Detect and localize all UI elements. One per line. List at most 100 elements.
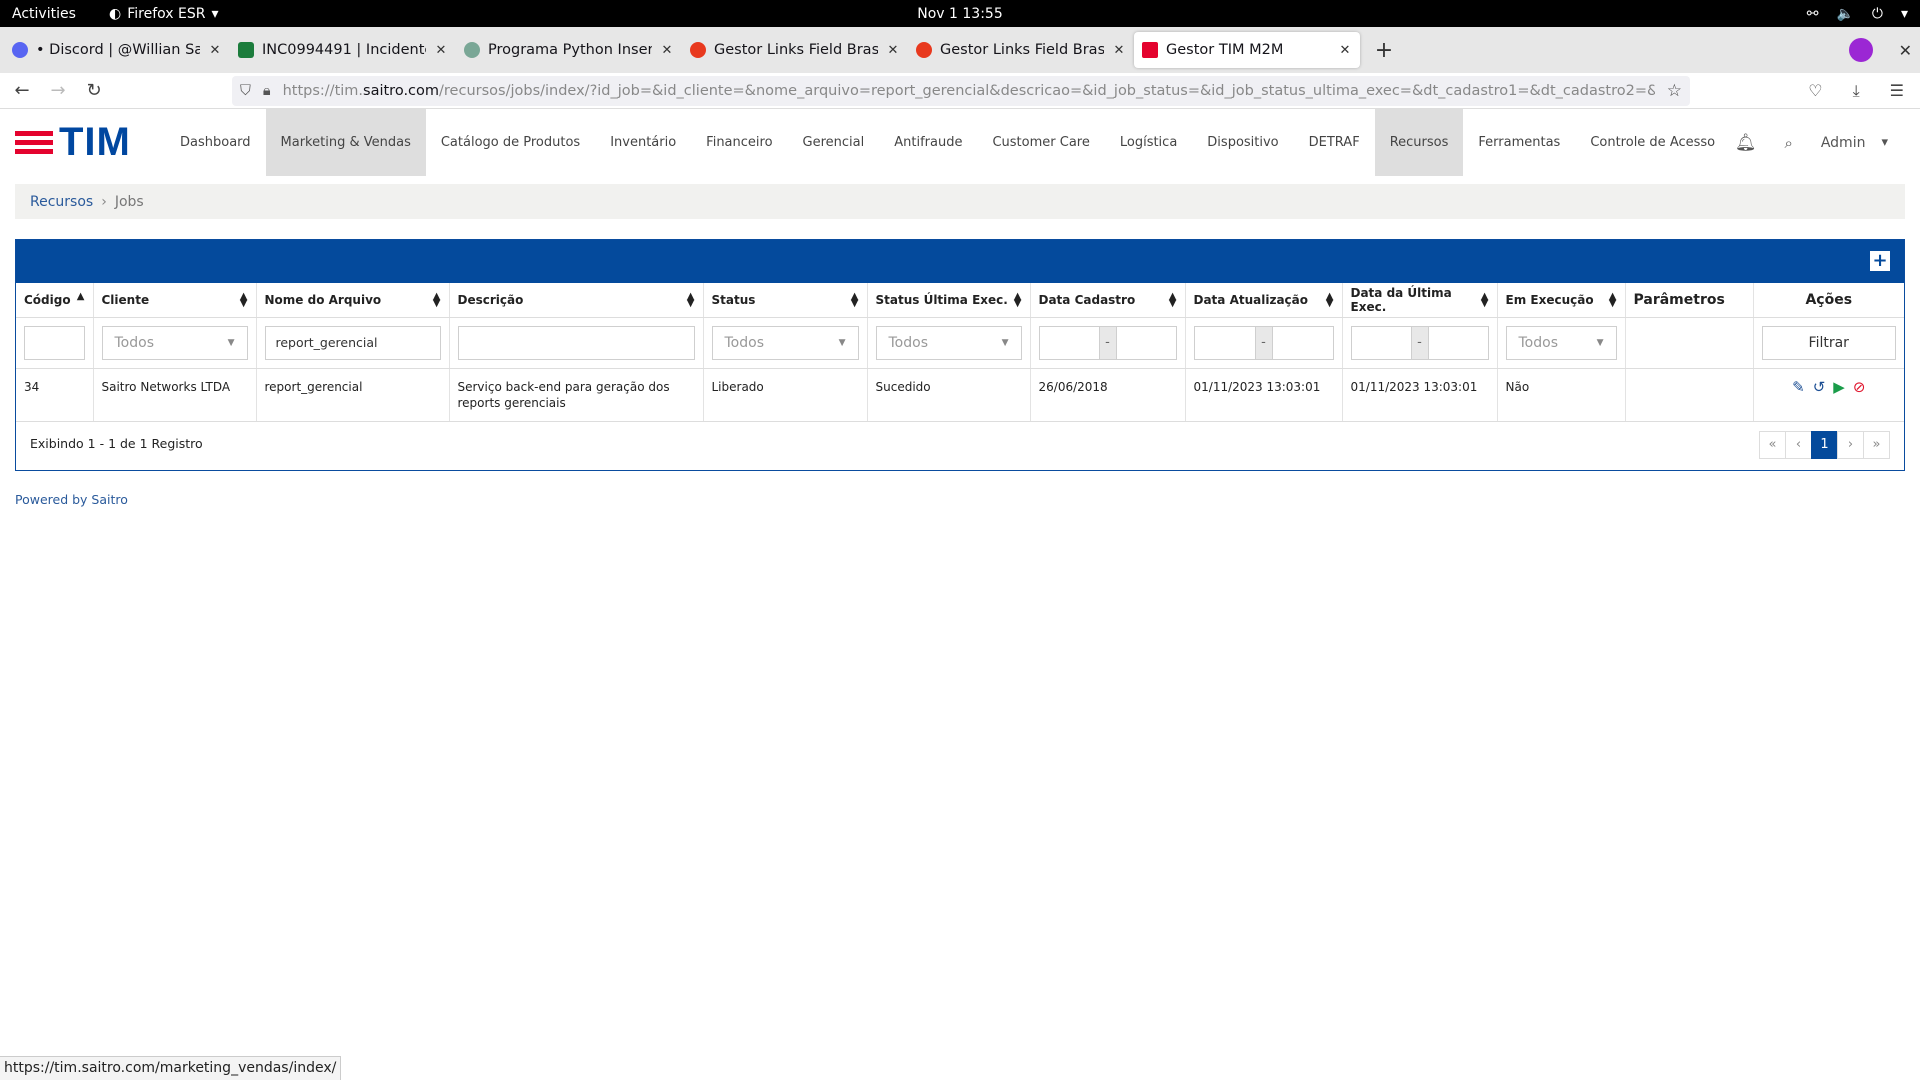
history-icon[interactable]: ↺: [1813, 379, 1826, 395]
close-tab-icon[interactable]: ✕: [1112, 43, 1126, 58]
date-from-input[interactable]: [1038, 325, 1100, 360]
main-menu: Dashboard Marketing & Vendas Catálogo de…: [165, 109, 1730, 176]
sort-icon: ▲ ▼: [686, 291, 695, 309]
new-tab-icon[interactable]: +: [1372, 38, 1396, 63]
ban-icon[interactable]: ⊘: [1853, 379, 1866, 395]
sort-icon: ▲ ▼: [1608, 291, 1617, 309]
power-icon: ⏻: [1871, 5, 1883, 22]
close-tab-icon[interactable]: ✕: [434, 43, 448, 58]
col-data-ultima-exec[interactable]: Data da Última Exec. ▲ ▼: [1342, 283, 1498, 318]
shield-icon[interactable]: ⛉: [240, 83, 251, 99]
col-em-execucao[interactable]: Em Execução ▲ ▼: [1497, 283, 1626, 318]
col-label: Nome do Arquivo: [264, 292, 382, 307]
url-bar[interactable]: ⛉ 🔒︎ https://tim.saitro.com/recursos/job…: [232, 75, 1690, 106]
tab-python[interactable]: Programa Python Insere Dad ✕: [456, 32, 682, 68]
date-to-input[interactable]: [1427, 325, 1489, 360]
clock[interactable]: Nov 1 13:55: [0, 6, 1920, 22]
date-to-input[interactable]: [1115, 325, 1177, 360]
col-status-ultima[interactable]: Status Última Exec. ▲ ▼: [867, 283, 1031, 318]
tim-logo[interactable]: TIM: [0, 109, 165, 176]
col-status[interactable]: Status ▲ ▼: [703, 283, 868, 318]
tab-gestor-links-1[interactable]: Gestor Links Field Brasil ✕: [682, 32, 908, 68]
pager-prev-button[interactable]: ‹: [1785, 430, 1812, 459]
records-summary: Exibindo 1 - 1 de 1 Registro: [30, 435, 203, 451]
filter-codigo-input[interactable]: [24, 325, 85, 360]
close-tab-icon[interactable]: ✕: [886, 43, 900, 58]
cell-codigo: 34: [16, 368, 94, 422]
col-data-atualizacao[interactable]: Data Atualização ▲ ▼: [1185, 283, 1343, 318]
col-nome-arquivo[interactable]: Nome do Arquivo ▲ ▼: [256, 283, 450, 318]
app-menu[interactable]: ◐ Firefox ESR ▾: [95, 6, 219, 22]
add-job-button[interactable]: +: [1870, 251, 1890, 271]
date-from-input[interactable]: [1193, 325, 1256, 360]
pocket-icon[interactable]: ♡: [1808, 81, 1822, 101]
menu-dashboard[interactable]: Dashboard: [165, 109, 266, 176]
sort-asc-icon: ▲: [76, 291, 85, 302]
menu-antifraude[interactable]: Antifraude: [879, 109, 977, 176]
menu-marketing-vendas[interactable]: Marketing & Vendas: [265, 109, 426, 176]
app-name: Firefox ESR: [127, 5, 206, 22]
download-icon[interactable]: ⤓: [1853, 81, 1860, 101]
date-to-input[interactable]: [1271, 325, 1334, 360]
forward-arrow-icon[interactable]: →: [40, 80, 76, 101]
filter-cliente-select[interactable]: Todos ▼: [101, 325, 248, 360]
col-data-cadastro[interactable]: Data Cadastro ▲ ▼: [1030, 283, 1186, 318]
pager-next-button[interactable]: ›: [1837, 430, 1864, 459]
hamburger-menu-icon[interactable]: ☰: [1890, 81, 1904, 101]
col-label: Status Última Exec.: [875, 292, 1008, 307]
filter-status-select[interactable]: Todos ▼: [711, 325, 859, 360]
play-icon[interactable]: ▶: [1833, 379, 1845, 395]
user-menu[interactable]: Admin ▾: [1821, 135, 1888, 151]
search-icon[interactable]: ⌕: [1784, 134, 1792, 152]
volume-icon: 🔈: [1836, 5, 1854, 22]
pager-last-button[interactable]: »: [1863, 430, 1890, 459]
tab-incident[interactable]: INC0994491 | Incidente | Se ✕: [230, 32, 456, 68]
menu-recursos[interactable]: Recursos: [1374, 109, 1464, 176]
pager-first-button[interactable]: «: [1759, 430, 1786, 459]
menu-detraf[interactable]: DETRAF: [1294, 109, 1375, 176]
breadcrumb-recursos[interactable]: Recursos: [30, 194, 93, 210]
edit-pencil-icon[interactable]: ✎: [1792, 379, 1805, 395]
filter-descricao-input[interactable]: [457, 325, 695, 360]
cell-status: Liberado: [703, 368, 868, 422]
col-descricao[interactable]: Descrição ▲ ▼: [449, 283, 704, 318]
system-tray[interactable]: ⚯ 🔈 ⏻ ▾: [1807, 6, 1908, 22]
filter-em-execucao-select[interactable]: Todos ▼: [1505, 325, 1617, 360]
gestor-favicon-icon: [690, 42, 706, 58]
menu-logistica[interactable]: Logística: [1105, 109, 1192, 176]
lock-icon[interactable]: 🔒︎: [263, 83, 271, 99]
col-cliente[interactable]: Cliente ▲ ▼: [93, 283, 257, 318]
menu-catalogo-produtos[interactable]: Catálogo de Produtos: [426, 109, 595, 176]
menu-customer-care[interactable]: Customer Care: [977, 109, 1104, 176]
activities-button[interactable]: Activities: [0, 6, 95, 22]
menu-controle-acesso[interactable]: Controle de Acesso: [1575, 109, 1730, 176]
tab-gestor-tim[interactable]: Gestor TIM M2M ✕: [1134, 32, 1360, 68]
servicenow-favicon-icon: [238, 42, 254, 58]
user-name: Admin: [1820, 134, 1866, 151]
url-text[interactable]: https://tim.saitro.com/recursos/jobs/ind…: [283, 83, 1655, 99]
filter-nome-arquivo-input[interactable]: report_gerencial: [264, 325, 441, 360]
close-tab-icon[interactable]: ✕: [208, 43, 222, 58]
date-from-input[interactable]: [1350, 325, 1412, 360]
private-browsing-icon[interactable]: [1848, 38, 1873, 62]
close-tab-icon[interactable]: ✕: [660, 43, 674, 58]
back-arrow-icon[interactable]: ←: [4, 80, 40, 101]
reload-icon[interactable]: ↻: [76, 80, 112, 101]
col-codigo[interactable]: Código ▲: [16, 283, 94, 318]
menu-ferramentas[interactable]: Ferramentas: [1463, 109, 1575, 176]
filter-button[interactable]: Filtrar: [1761, 325, 1896, 360]
pager-page-button[interactable]: 1: [1811, 430, 1838, 459]
menu-dispositivo[interactable]: Dispositivo: [1192, 109, 1293, 176]
chatgpt-favicon-icon: [464, 42, 480, 58]
filter-status-ultima-select[interactable]: Todos ▼: [875, 325, 1022, 360]
bell-icon[interactable]: 🔔︎: [1735, 133, 1757, 153]
tab-discord[interactable]: • Discord | @Willian Sarti ✕: [4, 32, 230, 68]
menu-gerencial[interactable]: Gerencial: [788, 109, 880, 176]
powered-by-link[interactable]: Powered by Saitro: [15, 492, 128, 507]
close-tab-icon[interactable]: ✕: [1338, 43, 1352, 58]
menu-inventario[interactable]: Inventário: [595, 109, 691, 176]
close-window-icon[interactable]: ✕: [1899, 41, 1912, 60]
tab-gestor-links-2[interactable]: Gestor Links Field Brasil ✕: [908, 32, 1134, 68]
menu-financeiro[interactable]: Financeiro: [691, 109, 787, 176]
bookmark-star-icon[interactable]: ☆: [1667, 81, 1682, 101]
